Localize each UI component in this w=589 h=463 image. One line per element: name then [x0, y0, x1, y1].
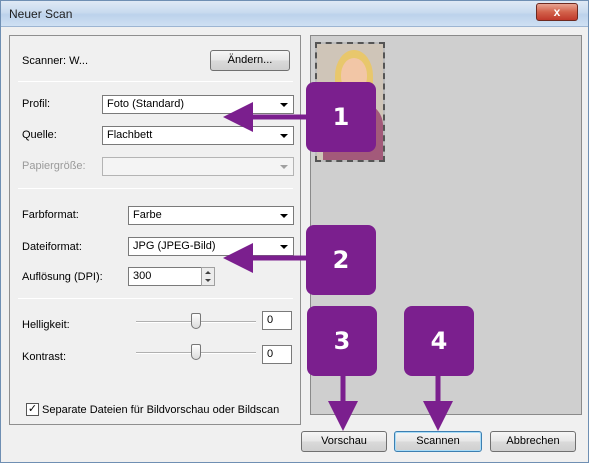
resolution-spinner[interactable] — [201, 267, 215, 286]
title-bar: Neuer Scan x — [1, 1, 588, 27]
callout-badge-4: 4 — [404, 306, 474, 376]
file-format-value: JPG (JPEG-Bild) — [133, 240, 216, 252]
file-format-label: Dateiformat: — [22, 241, 82, 253]
window-title: Neuer Scan — [9, 7, 73, 21]
brightness-label: Helligkeit: — [22, 319, 70, 331]
resolution-input[interactable]: 300 — [128, 267, 206, 286]
callout-badge-1: 1 — [306, 82, 376, 152]
profile-label: Profil: — [22, 98, 51, 110]
change-scanner-button[interactable]: Ändern... — [210, 50, 290, 71]
close-button[interactable]: x — [536, 3, 578, 21]
cancel-button[interactable]: Abbrechen — [490, 431, 576, 452]
color-format-value: Farbe — [133, 209, 162, 221]
separate-files-checkbox[interactable]: ✓ — [26, 403, 39, 416]
profile-dropdown[interactable]: Foto (Standard) — [102, 95, 294, 114]
separate-files-label: Separate Dateien für Bildvorschau oder B… — [42, 404, 280, 416]
callout-badge-2: 2 — [306, 225, 376, 295]
contrast-slider[interactable] — [191, 344, 201, 360]
scanner-label: Scanner: W... — [22, 55, 89, 67]
divider — [18, 188, 293, 189]
brightness-input[interactable]: 0 — [262, 311, 292, 330]
source-dropdown[interactable]: Flachbett — [102, 126, 294, 145]
settings-panel: Scanner: W... Ändern... Profil: Foto (St… — [9, 35, 301, 425]
scan-button[interactable]: Scannen — [394, 431, 482, 452]
chevron-down-icon — [280, 103, 288, 107]
new-scan-dialog: Neuer Scan x Scanner: W... Ändern... Pro… — [0, 0, 589, 463]
contrast-input[interactable]: 0 — [262, 345, 292, 364]
profile-value: Foto (Standard) — [107, 98, 185, 110]
color-format-label: Farbformat: — [22, 209, 79, 221]
callout-badge-3: 3 — [307, 306, 377, 376]
chevron-down-icon — [280, 214, 288, 218]
chevron-down-icon — [280, 165, 288, 169]
paper-size-label: Papiergröße: — [22, 160, 86, 172]
paper-size-dropdown — [102, 157, 294, 176]
spinner-up-icon — [205, 271, 211, 274]
chevron-down-icon — [280, 134, 288, 138]
contrast-label: Kontrast: — [22, 351, 67, 363]
brightness-slider[interactable] — [191, 313, 201, 329]
spinner-down-icon — [205, 279, 211, 282]
chevron-down-icon — [280, 245, 288, 249]
resolution-label: Auflösung (DPI): — [22, 271, 103, 283]
divider — [18, 81, 293, 82]
preview-button[interactable]: Vorschau — [301, 431, 387, 452]
source-label: Quelle: — [22, 129, 57, 141]
file-format-dropdown[interactable]: JPG (JPEG-Bild) — [128, 237, 294, 256]
color-format-dropdown[interactable]: Farbe — [128, 206, 294, 225]
divider — [18, 298, 293, 299]
source-value: Flachbett — [107, 129, 153, 141]
